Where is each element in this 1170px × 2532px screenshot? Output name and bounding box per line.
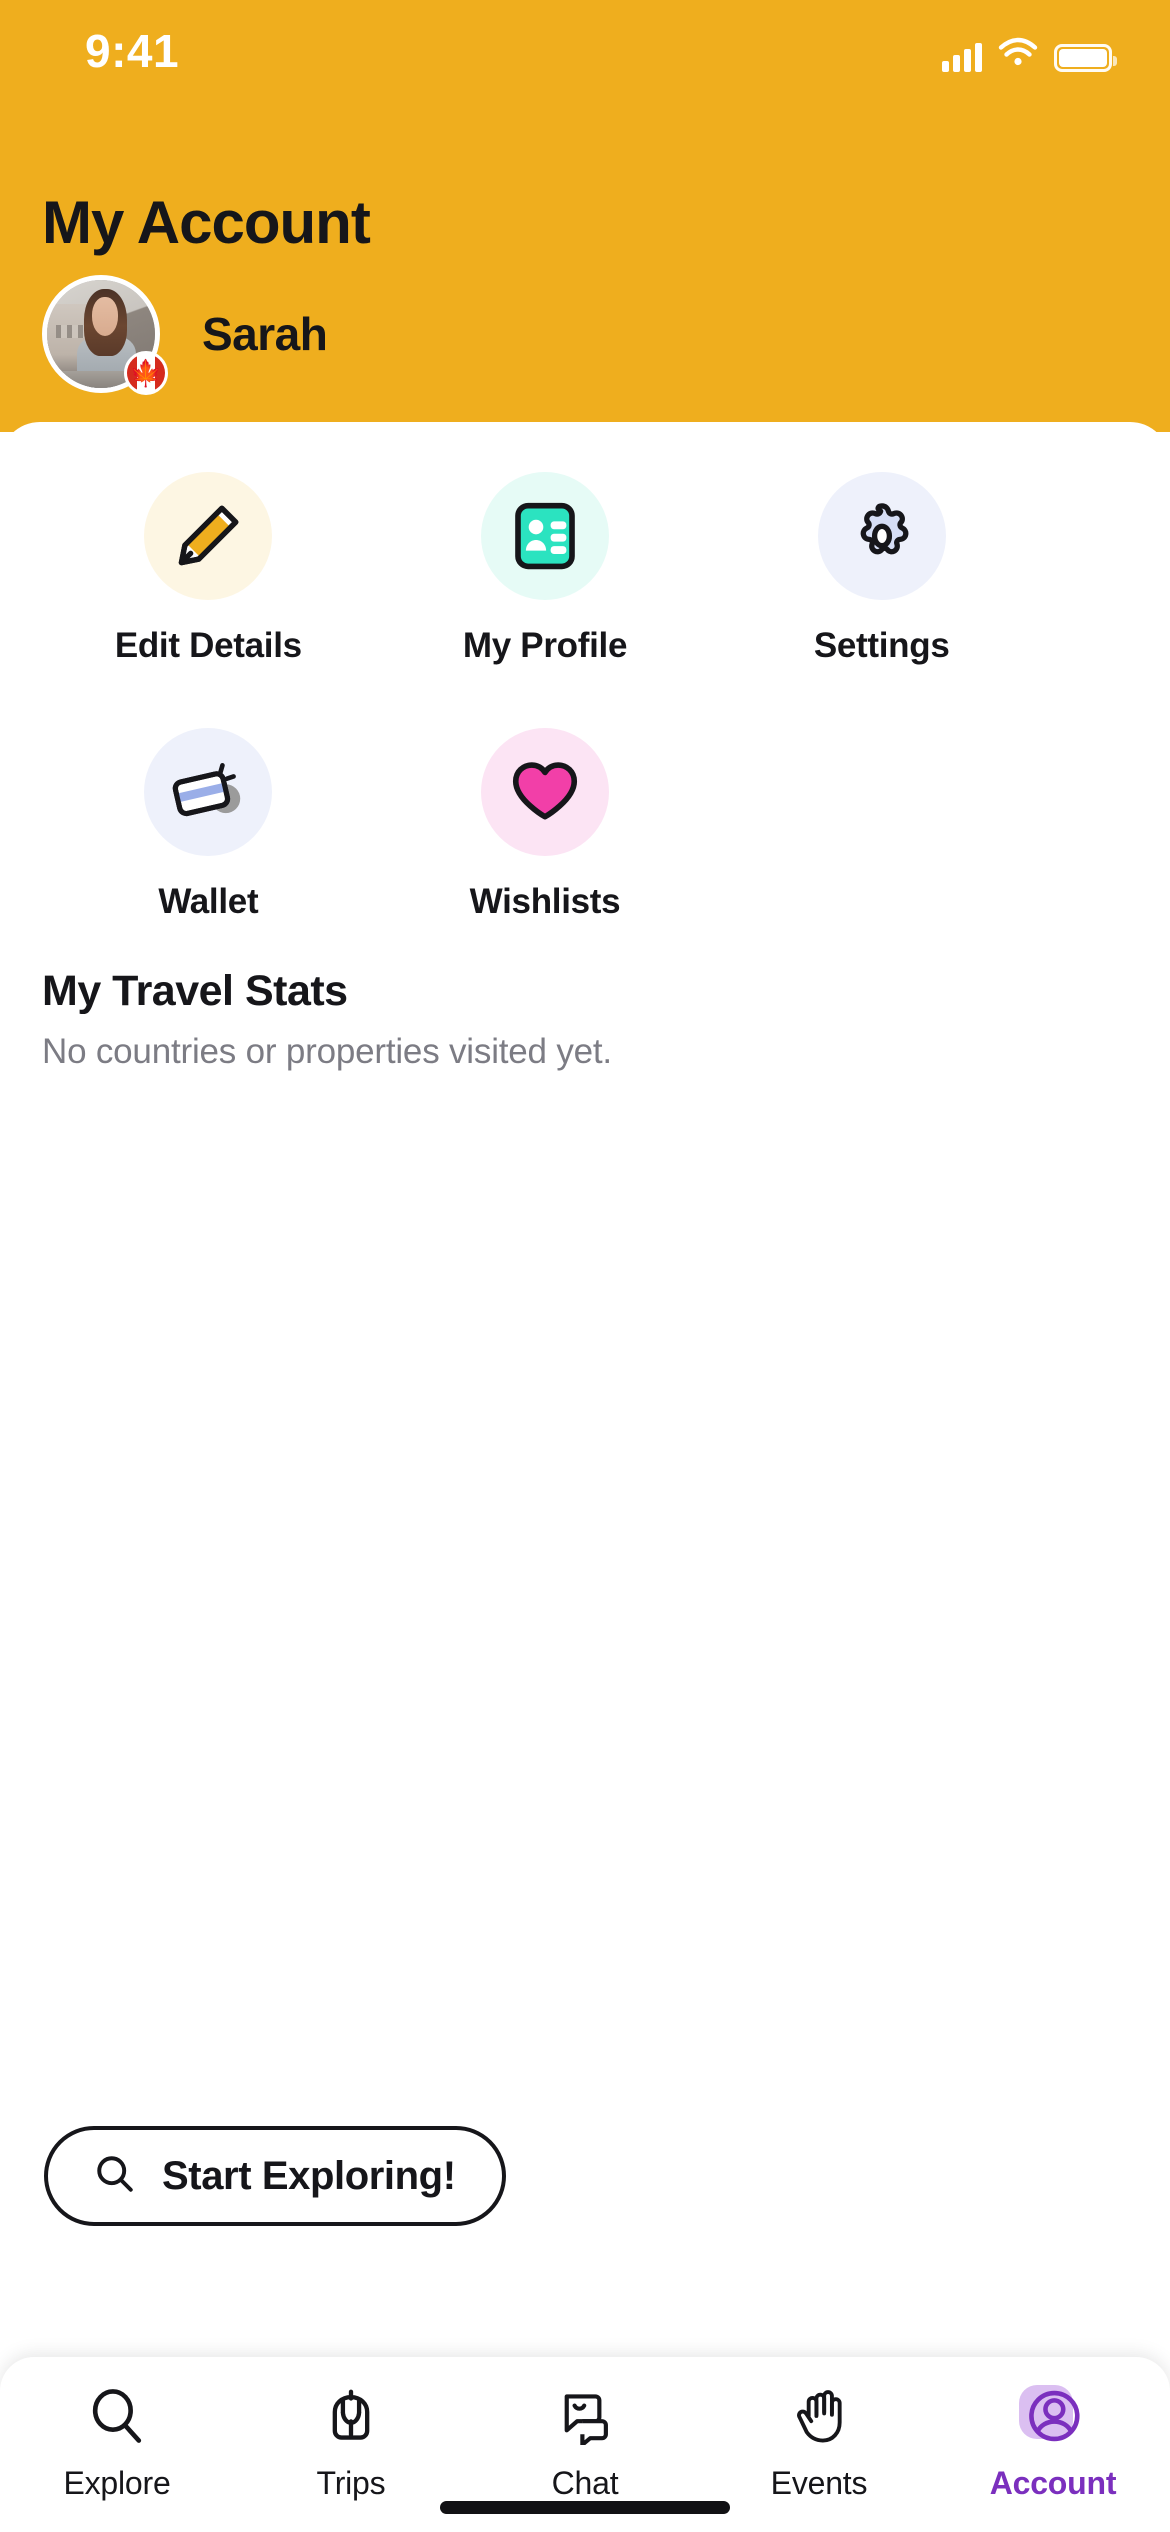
action-label: My Profile (462, 626, 628, 665)
action-wallet[interactable]: Wallet (40, 728, 377, 922)
search-icon (81, 2381, 153, 2451)
tab-label: Account (989, 2465, 1117, 2501)
gear-icon (817, 472, 946, 600)
battery-icon (1054, 44, 1117, 72)
status-bar-clock: 9:41 (85, 25, 180, 77)
tab-label: Explore (63, 2465, 171, 2501)
action-settings[interactable]: Settings (713, 472, 1050, 666)
tab-label: Trips (316, 2465, 386, 2501)
tab-explore[interactable]: Explore (17, 2381, 217, 2502)
tab-events[interactable]: Events (719, 2381, 919, 2502)
pencil-icon (144, 472, 273, 600)
action-edit-details[interactable]: Edit Details (40, 472, 377, 666)
user-circle-icon (1017, 2381, 1089, 2451)
travel-stats-empty-message: No countries or properties visited yet. (42, 1032, 612, 1071)
travel-stats-title: My Travel Stats (42, 967, 348, 1015)
start-exploring-label: Start Exploring! (162, 2153, 456, 2198)
id-card-icon (480, 472, 609, 600)
home-indicator (440, 2501, 730, 2514)
account-action-grid: Edit Details My Profile Settings Wallet … (40, 472, 1050, 922)
tab-chat[interactable]: Chat (485, 2381, 685, 2502)
account-header: 9:41 My Account 🍁 Sarah (0, 0, 1170, 432)
canada-flag-badge: 🍁 (124, 351, 168, 395)
action-wishlists[interactable]: Wishlists (377, 728, 714, 922)
backpack-icon (315, 2381, 387, 2451)
chat-bubbles-icon (549, 2381, 621, 2451)
signal-bars-icon (942, 42, 982, 72)
action-label: Wallet (158, 882, 259, 921)
action-label: Settings (813, 626, 950, 665)
avatar[interactable]: 🍁 (42, 275, 168, 395)
waving-hand-icon (783, 2381, 855, 2451)
tab-label: Chat (551, 2465, 619, 2501)
travel-stats-section: My Travel Stats No countries or properti… (42, 967, 1042, 1072)
bottom-tab-bar: Explore Trips Chat Events Account (0, 2357, 1170, 2532)
profile-row[interactable]: 🍁 Sarah (42, 275, 328, 395)
user-name: Sarah (202, 308, 328, 360)
credit-card-icon (144, 728, 273, 856)
tab-trips[interactable]: Trips (251, 2381, 451, 2502)
tab-account[interactable]: Account (953, 2381, 1153, 2502)
start-exploring-button[interactable]: Start Exploring! (44, 2126, 506, 2226)
action-my-profile[interactable]: My Profile (377, 472, 714, 666)
page-title: My Account (42, 189, 371, 256)
wifi-icon (998, 37, 1038, 72)
status-bar: 9:41 (0, 0, 1170, 100)
status-bar-indicators (942, 30, 1117, 72)
tab-label: Events (770, 2465, 868, 2501)
search-icon (94, 2153, 136, 2200)
action-label: Wishlists (469, 882, 621, 921)
action-label: Edit Details (114, 626, 302, 665)
heart-icon (480, 728, 609, 856)
content-card: Edit Details My Profile Settings Wallet … (0, 422, 1170, 2532)
